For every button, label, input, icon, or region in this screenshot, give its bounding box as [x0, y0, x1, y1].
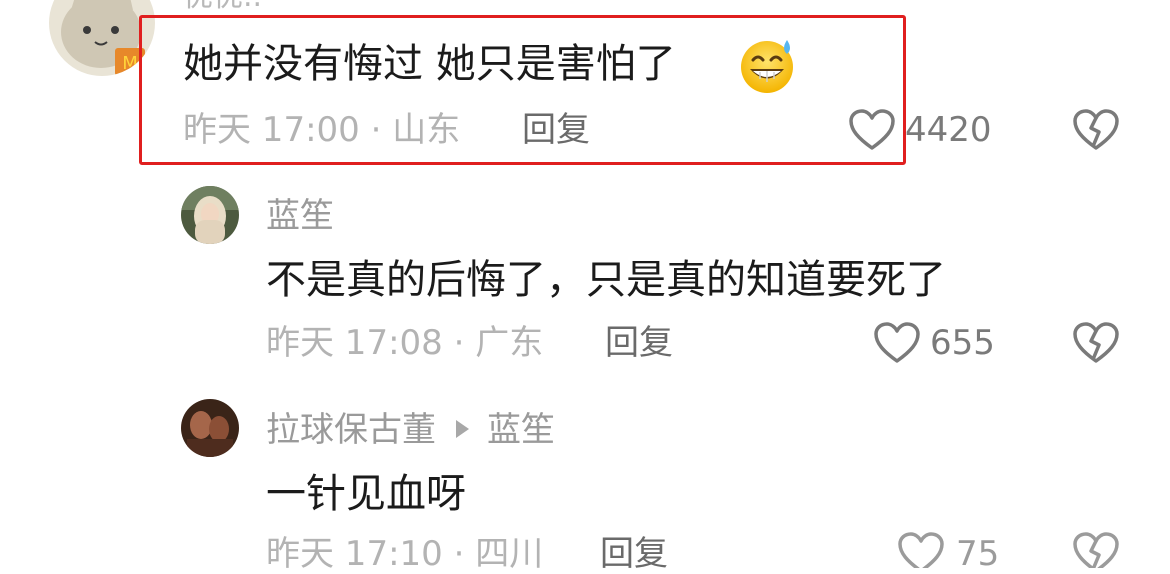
broken-heart-icon — [1073, 109, 1119, 150]
comment-3-time: 昨天 17:10 — [266, 534, 443, 574]
svg-text:M: M — [122, 53, 138, 74]
comment-2-username[interactable]: 蓝笙 — [266, 196, 334, 236]
comment-2-location: 广东 — [475, 323, 544, 363]
comment-3-meta: 昨天 17:10 · 四川 — [266, 534, 543, 574]
comment-2-avatar[interactable] — [181, 186, 239, 244]
comment-1-dislike-button[interactable] — [1072, 108, 1120, 152]
comment-1-like-count: 4420 — [905, 110, 992, 150]
comment-2-like-count: 655 — [930, 323, 995, 363]
comment-2-reply-button[interactable]: 回复 — [605, 323, 673, 363]
meta-separator: · — [442, 534, 476, 574]
woman-avatar-icon — [181, 186, 239, 244]
heart-icon — [898, 532, 944, 568]
man-avatar-icon — [181, 399, 239, 457]
comment-3-reply-button[interactable]: 回复 — [600, 534, 668, 574]
comment-3-like-button[interactable] — [897, 531, 945, 568]
broken-heart-icon — [1073, 532, 1119, 568]
comment-3-header: 拉球保古董 蓝笙 — [266, 410, 555, 450]
comment-2-time: 昨天 17:08 — [266, 323, 443, 363]
broken-heart-icon — [1073, 322, 1119, 363]
heart-icon — [874, 322, 920, 363]
comment-3-like-count: 75 — [956, 534, 1000, 574]
comment-3-dislike-button[interactable] — [1072, 531, 1120, 568]
comment-3-location: 四川 — [475, 534, 544, 574]
comment-1-username[interactable]: 优优.. — [183, 0, 262, 12]
reply-arrow-icon — [456, 420, 469, 438]
comment-2-dislike-button[interactable] — [1072, 321, 1120, 365]
highlight-box — [139, 15, 906, 165]
comment-3-reply-to[interactable]: 蓝笙 — [487, 410, 555, 450]
comment-2-meta: 昨天 17:08 · 广东 — [266, 323, 543, 363]
comment-3-username[interactable]: 拉球保古董 — [266, 410, 436, 450]
comment-3-avatar[interactable] — [181, 399, 239, 457]
comment-3-text: 一针见血呀 — [266, 471, 466, 517]
meta-separator: · — [442, 323, 476, 363]
comment-2-text: 不是真的后悔了，只是真的知道要死了 — [266, 257, 946, 303]
comment-2-like-button[interactable] — [873, 321, 921, 365]
